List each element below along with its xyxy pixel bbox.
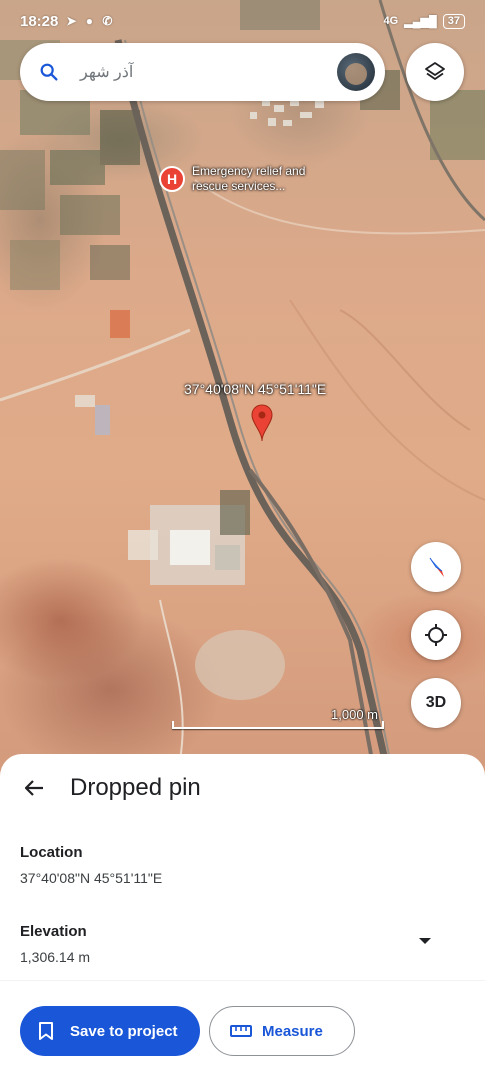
location-label: Location [20, 844, 83, 861]
network-label: 4G [383, 15, 399, 27]
status-right: 4G ▂▄▆█ 37 [383, 13, 465, 29]
bookmark-icon [39, 1022, 53, 1040]
compass-button[interactable] [411, 542, 461, 592]
search-bar[interactable]: آذر شهر [20, 43, 385, 101]
ruler-icon [230, 1025, 252, 1037]
elevation-value: 1,306.14 m [20, 949, 91, 965]
satellite-map[interactable]: H Emergency relief and rescue services..… [0, 0, 485, 790]
bottom-sheet: Dropped pin Location 37°40'08"N 45°51'11… [0, 754, 485, 1080]
pin-coordinates-label: 37°40'08"N 45°51'11"E [184, 381, 327, 397]
my-location-icon [425, 624, 447, 646]
chevron-down-icon[interactable] [418, 936, 432, 946]
save-to-project-button[interactable]: Save to project [20, 1006, 200, 1056]
notification-icons: ➤ ● ✆ [66, 14, 116, 28]
status-time: 18:28 [20, 12, 59, 30]
save-button-label: Save to project [70, 1022, 178, 1040]
location-value[interactable]: 37°40'08"N 45°51'11"E [20, 870, 162, 886]
my-location-button[interactable] [411, 610, 461, 660]
elevation-label: Elevation [20, 923, 87, 940]
page-title: Dropped pin [70, 774, 201, 801]
map-scale: 1,000 m [172, 703, 384, 731]
measure-button-label: Measure [262, 1022, 323, 1040]
search-icon[interactable] [38, 61, 60, 83]
avatar[interactable] [337, 53, 375, 91]
battery-icon: 37 [442, 13, 465, 29]
hospital-poi-icon[interactable]: H [159, 166, 185, 192]
scale-bar [172, 721, 384, 729]
search-input[interactable]: آذر شهر [80, 62, 337, 82]
status-bar: 18:28 ➤ ● ✆ 4G ▂▄▆█ 37 [0, 0, 485, 42]
3d-button[interactable]: 3D [411, 678, 461, 728]
layers-button[interactable] [406, 43, 464, 101]
back-arrow-icon [24, 780, 43, 796]
poi-label[interactable]: Emergency relief and rescue services... [192, 164, 332, 194]
back-button[interactable] [20, 774, 48, 802]
layers-icon [425, 62, 445, 80]
measure-button[interactable]: Measure [209, 1006, 355, 1056]
signal-icon: ▂▄▆█ [404, 15, 437, 28]
compass-icon [429, 557, 444, 577]
divider [0, 980, 485, 981]
scale-label: 1,000 m [331, 707, 378, 722]
sheet-header: Dropped pin [20, 774, 201, 802]
